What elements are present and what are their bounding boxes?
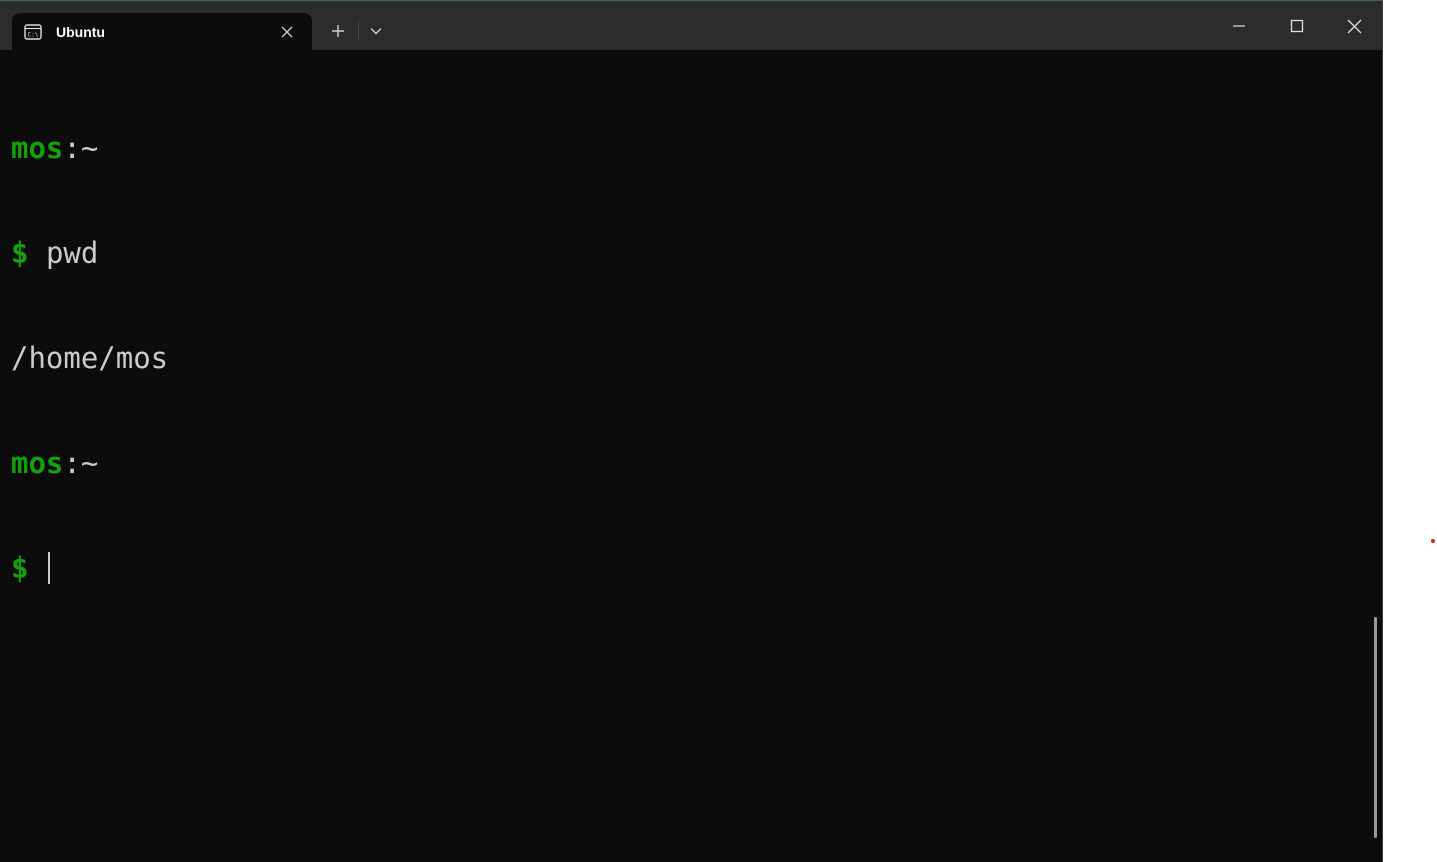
- tab-close-icon[interactable]: [277, 22, 297, 42]
- maximize-icon[interactable]: [1268, 1, 1326, 51]
- minimize-icon[interactable]: [1210, 1, 1268, 51]
- prompt-user: mos: [11, 131, 64, 165]
- close-icon[interactable]: [1325, 1, 1382, 51]
- new-tab-icon[interactable]: [323, 17, 353, 45]
- red-dot: [1431, 539, 1435, 543]
- prompt-user: mos: [11, 446, 64, 480]
- prompt-line: mos:~: [11, 446, 168, 481]
- chevron-down-icon[interactable]: [361, 17, 391, 45]
- title-bar[interactable]: C:\ Ubuntu: [0, 0, 1382, 51]
- input-line[interactable]: $: [11, 551, 168, 586]
- command-line: $ pwd: [11, 236, 168, 271]
- tab-divider: [358, 21, 359, 41]
- text-cursor: [47, 552, 50, 584]
- tab-ubuntu[interactable]: C:\ Ubuntu: [12, 13, 312, 51]
- prompt-path: :~: [63, 446, 99, 480]
- svg-text:C:\: C:\: [28, 32, 39, 39]
- prompt-symbol: $: [11, 236, 29, 270]
- terminal-window: C:\ Ubuntu mos:~ $ pwd /home/mos mos:~ $: [0, 0, 1383, 862]
- prompt-symbol: $: [11, 551, 29, 585]
- tab-title: Ubuntu: [56, 24, 105, 40]
- prompt-path: :~: [63, 131, 99, 165]
- command-text: pwd: [45, 236, 99, 270]
- terminal-icon: C:\: [24, 23, 42, 41]
- output-line: /home/mos: [11, 341, 168, 376]
- scrollbar-thumb[interactable]: [1374, 617, 1377, 838]
- prompt-line: mos:~: [11, 131, 168, 166]
- output-text: /home/mos: [11, 341, 169, 375]
- terminal-output[interactable]: mos:~ $ pwd /home/mos mos:~ $: [11, 61, 168, 656]
